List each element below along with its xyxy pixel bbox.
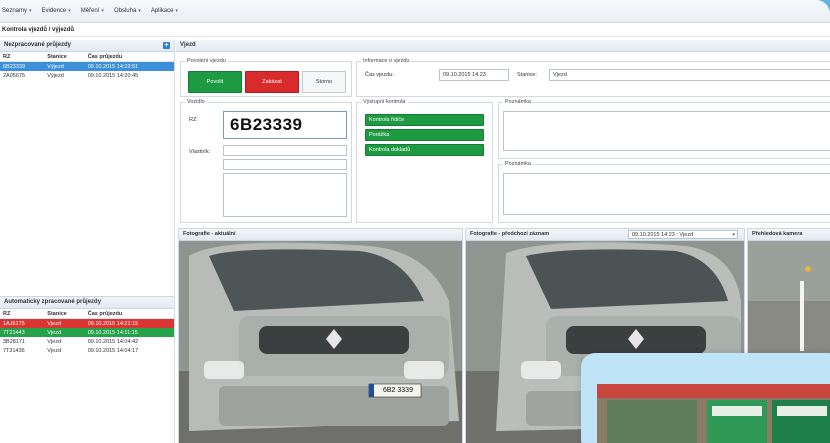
- unprocessed-passages-header: Nezpracované průjezdy +: [0, 40, 174, 52]
- table-row[interactable]: 1AJ6175 Vjezd 09.10.2015 14:21:15: [0, 318, 174, 328]
- exit-check-fieldset: Výstupní kontrola Kontrola řidiče Porážk…: [356, 99, 493, 223]
- overview-camera-header: Přehledová kamera: [748, 229, 830, 241]
- auto-processed-table: RZ Stanice Čas průjezdu 1AJ6175 Vjezd 09…: [0, 309, 174, 355]
- cell-rz: 3B28171: [3, 338, 26, 345]
- permit-legend: Povolení vjezdu: [185, 58, 228, 64]
- column-header-rz[interactable]: RZ: [0, 309, 45, 319]
- unprocessed-table: RZ Stanice Čas průjezdu 6B23339 Výjezd 0…: [0, 52, 174, 80]
- entry-time-label: Čas vjezdu:: [365, 72, 394, 78]
- cell-time: 09.10.2015 14:21:15: [84, 318, 174, 328]
- chevron-down-icon: ▾: [138, 8, 141, 14]
- request-fieldset: Poznámka: [498, 99, 830, 159]
- entry-info-fieldset: Informace o vjezdu Čas vjezdu: 09.10.201…: [356, 58, 830, 97]
- document-check-button[interactable]: Kontrola dokladů: [365, 144, 484, 156]
- table-row[interactable]: 7T31436 Vjezd 09.10.2015 14:04:17: [0, 346, 174, 355]
- add-icon[interactable]: +: [163, 42, 170, 49]
- request-textarea[interactable]: [503, 111, 830, 151]
- cell-station: Výjezd: [47, 72, 64, 79]
- current-photo: 6B2 3339: [179, 241, 462, 443]
- cell-station: Výjezd: [44, 61, 85, 71]
- cell-rz: 6B23339: [0, 61, 45, 71]
- menu-mereni[interactable]: Měření ▾: [81, 8, 104, 14]
- table-row[interactable]: 2A05675 Výjezd 09.10.2015 14:20:45: [0, 71, 174, 80]
- menu-seznamy[interactable]: Seznamy ▾: [2, 8, 32, 14]
- overlay-thumbnail: [597, 384, 830, 443]
- column-header-time[interactable]: Čas průjezdu: [84, 52, 174, 62]
- auto-processed-header: Automaticky zpracované průjezdy: [0, 297, 174, 309]
- deny-button[interactable]: Zakázat: [245, 71, 299, 93]
- photo-plate-text: 6B2 3339: [383, 387, 413, 394]
- plate-field[interactable]: 6B23339: [223, 111, 347, 139]
- driver-check-button[interactable]: Kontrola řidiče: [365, 114, 484, 126]
- cell-rz: 1AJ6175: [0, 318, 45, 328]
- owner-field-2[interactable]: [223, 159, 347, 170]
- table-row[interactable]: 3B28171 Vjezd 09.10.2015 14:04:42: [0, 337, 174, 346]
- entry-info-legend: Informace o vjezdu: [361, 58, 412, 64]
- owner-label: Vlastník:: [189, 149, 211, 155]
- cell-rz: 7T31436: [3, 347, 25, 354]
- van-photo-current: [179, 241, 462, 443]
- chevron-down-icon: ▾: [29, 8, 32, 14]
- cancel-button[interactable]: Storno: [302, 71, 346, 93]
- cell-rz: 2A05675: [3, 72, 26, 79]
- cell-station: Vjezd: [44, 328, 85, 337]
- chevron-down-icon: ▾: [175, 8, 179, 14]
- cell-time: 09.10.2015 14:23:51: [84, 61, 174, 71]
- previous-photo-header: Fotografie - předchozí záznam 09.10.2015…: [466, 229, 744, 241]
- vehicle-fieldset: Vozidlo RZ: 6B23339 Vlastník:: [180, 99, 352, 223]
- rz-label: RZ:: [189, 117, 198, 123]
- main-panel-header: Vjezd: [176, 40, 830, 52]
- menu-aplikace[interactable]: Aplikace ▾: [151, 8, 178, 14]
- panel-title: Nezpracované průjezdy: [4, 42, 72, 48]
- record-select[interactable]: 09.10.2015 14:23 : Vjezd ▾: [628, 230, 738, 239]
- vehicle-legend: Vozidlo: [185, 99, 207, 105]
- menu-obsluha[interactable]: Obsluha ▾: [114, 8, 141, 14]
- record-select-value: 09.10.2015 14:23 : Vjezd: [632, 232, 694, 238]
- cell-station: Vjezd: [47, 347, 62, 354]
- menu-bar: Seznamy ▾ Evidence ▾ Měření ▾ Obsluha ▾ Apli…: [0, 0, 830, 23]
- auto-processed-passages-panel: Automaticky zpracované průjezdy RZ Stani…: [0, 296, 174, 443]
- chevron-down-icon: ▾: [732, 232, 735, 238]
- panel-title: Fotografie - předchozí záznam: [470, 231, 550, 237]
- cell-time: 09.10.2015 14:04:42: [87, 338, 139, 345]
- menu-evidence[interactable]: Evidence ▾: [42, 8, 71, 14]
- table-row[interactable]: 7T21443 Vjezd 09.10.2015 14:11:15: [0, 328, 174, 337]
- note-textarea[interactable]: [503, 173, 830, 215]
- page-title: Kontrola vjezdů / výjezdů: [0, 24, 830, 37]
- station-label: Stanice:: [517, 72, 537, 78]
- owner-details-area[interactable]: [223, 173, 347, 217]
- current-photo-header: Fotografie - aktuální: [179, 229, 462, 241]
- permit-fieldset: Povolení vjezdu Povolit Zakázat Storno: [180, 58, 352, 97]
- chevron-down-icon: ▾: [101, 8, 104, 14]
- cell-time: 09.10.2015 14:20:45: [87, 72, 139, 79]
- note-legend: Poznámka: [503, 161, 533, 167]
- chevron-down-icon: ▾: [68, 8, 71, 14]
- column-header-rz[interactable]: RZ: [0, 52, 45, 62]
- cell-time: 09.10.2015 14:04:17: [87, 347, 139, 354]
- cell-time: 09.10.2015 14:11:15: [84, 328, 174, 337]
- request-legend: Poznámka: [503, 99, 533, 105]
- left-column: Nezpracované průjezdy + RZ Stanice Čas p…: [0, 40, 175, 443]
- note-fieldset: Poznámka: [498, 161, 830, 223]
- cell-station: Vjezd: [47, 338, 62, 345]
- owner-field[interactable]: [223, 145, 347, 156]
- column-header-station[interactable]: Stanice: [44, 309, 85, 319]
- table-row[interactable]: 6B23339 Výjezd 09.10.2015 14:23:51: [0, 61, 174, 71]
- slaughter-button[interactable]: Porážka: [365, 129, 484, 141]
- station-field[interactable]: Vjezd: [549, 69, 830, 81]
- overlay-card: [581, 353, 830, 443]
- column-header-time[interactable]: Čas průjezdu: [84, 309, 174, 319]
- crates-photo: [597, 384, 830, 443]
- exit-check-legend: Výstupní kontrola: [361, 99, 408, 105]
- app-window: Seznamy ▾ Evidence ▾ Měření ▾ Obsluha ▾ Apli…: [0, 0, 830, 443]
- cell-station: Vjezd: [44, 318, 85, 328]
- cell-rz: 7T21443: [0, 328, 45, 337]
- current-photo-panel: Fotografie - aktuální 6B2 3339: [178, 228, 463, 443]
- entry-time-field[interactable]: 09.10.2015 14:23: [439, 69, 509, 81]
- column-header-station[interactable]: Stanice: [44, 52, 85, 62]
- unprocessed-passages-panel: Nezpracované průjezdy + RZ Stanice Čas p…: [0, 40, 174, 292]
- allow-button[interactable]: Povolit: [188, 71, 242, 93]
